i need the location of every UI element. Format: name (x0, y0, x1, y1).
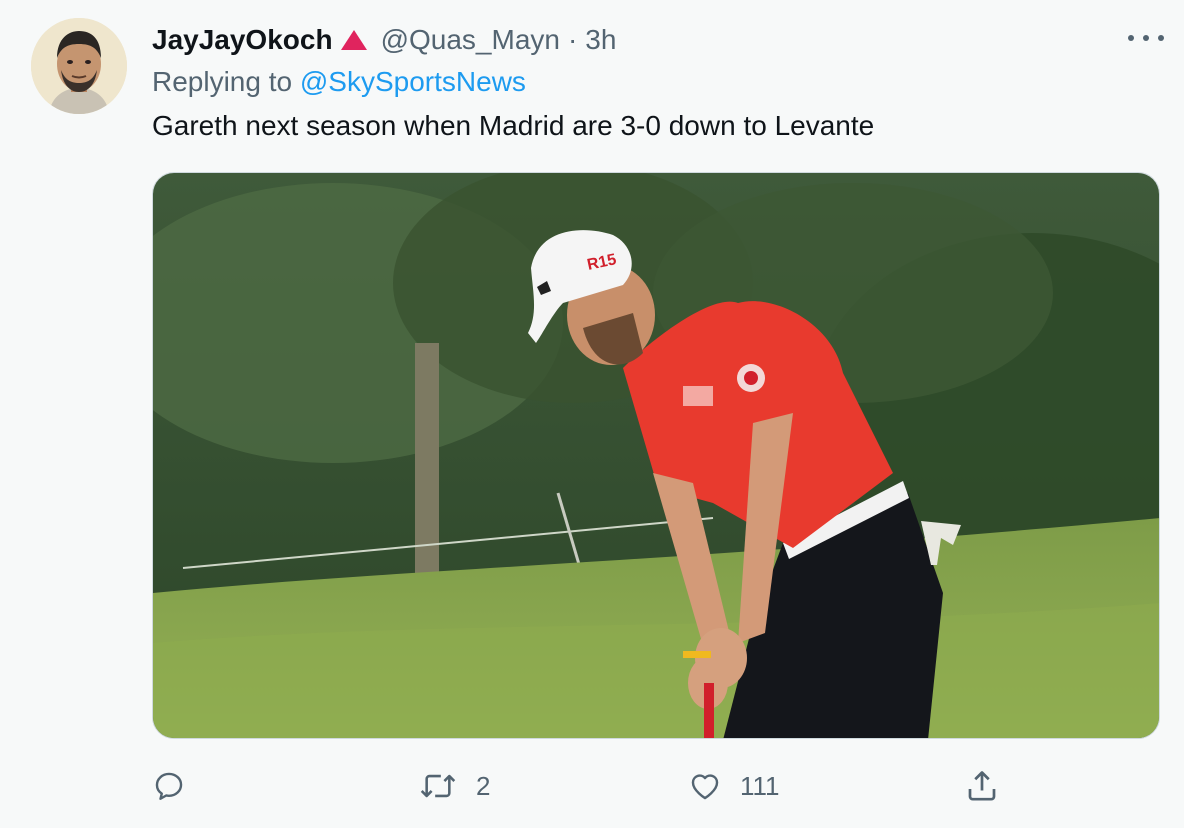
more-dot (1128, 35, 1134, 41)
avatar[interactable] (31, 18, 127, 114)
avatar-photo (31, 18, 127, 114)
heart-icon (691, 774, 719, 800)
separator-dot: · (567, 24, 578, 55)
like-count: 111 (740, 770, 780, 801)
like-button[interactable]: 111 (688, 762, 780, 810)
tweet-actions: 2 111 (0, 762, 1184, 812)
tweet-media-photo[interactable]: R15 (152, 172, 1160, 739)
tweet-text: Gareth next season when Madrid are 3-0 d… (152, 110, 875, 141)
author-handle[interactable]: @Quas_Mayn (381, 24, 560, 56)
more-dot (1158, 35, 1164, 41)
reply-mention-link[interactable]: @SkySportsNews (300, 66, 526, 97)
reply-prefix: Replying to (152, 66, 293, 97)
author-name[interactable]: JayJayOkoch (152, 24, 333, 56)
red-triangle-icon (340, 30, 367, 50)
more-options-icon[interactable] (1128, 26, 1164, 50)
reply-button[interactable] (152, 762, 186, 810)
retweet-button[interactable]: 2 (418, 762, 490, 810)
more-dot (1143, 35, 1149, 41)
tweet-header: JayJayOkoch @Quas_Mayn · 3h (152, 20, 616, 60)
replying-to: Replying to @SkySportsNews (152, 66, 526, 98)
retweet-icon (420, 774, 456, 798)
share-button[interactable] (964, 762, 1000, 810)
reply-icon (155, 772, 183, 800)
share-icon (968, 771, 996, 801)
golfer-photo: R15 (153, 173, 1159, 738)
timestamp[interactable]: 3h (585, 24, 616, 56)
retweet-count: 2 (476, 770, 491, 801)
